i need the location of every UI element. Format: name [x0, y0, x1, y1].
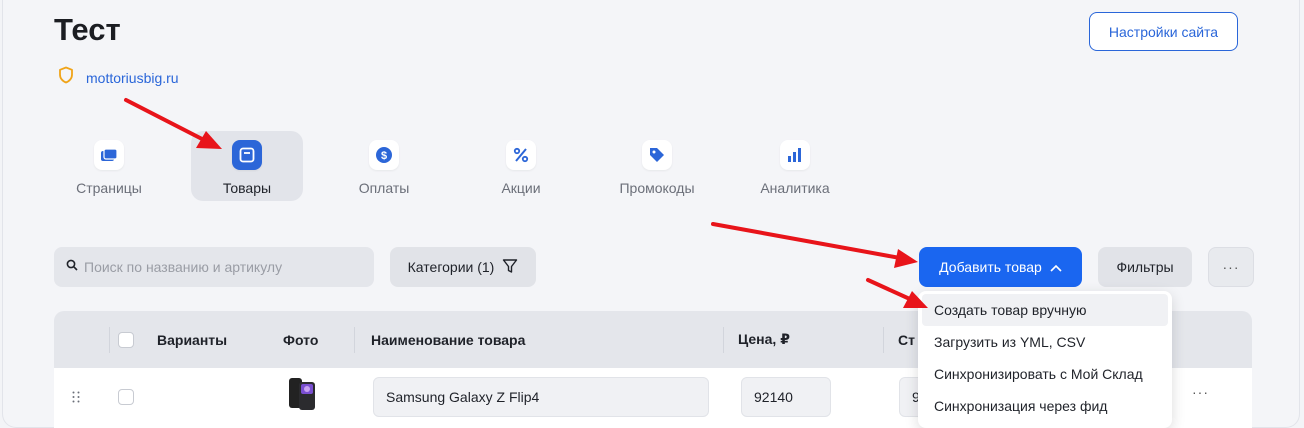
- nav-label: Аналитика: [760, 180, 830, 196]
- nav-item-promocodes[interactable]: Промокоды: [602, 131, 712, 201]
- categories-button[interactable]: Категории (1): [390, 247, 536, 287]
- shield-icon: [58, 66, 74, 89]
- nav-label: Страницы: [76, 180, 142, 196]
- search-input[interactable]: [84, 259, 364, 275]
- menu-item-create-manually[interactable]: Создать товар вручную: [922, 294, 1168, 326]
- column-stock: Ст: [898, 331, 915, 348]
- site-link[interactable]: mottoriusbig.ru: [58, 66, 179, 89]
- nav-item-pages[interactable]: Страницы: [54, 131, 164, 201]
- nav-item-analytics[interactable]: Аналитика: [740, 131, 850, 201]
- nav-item-products[interactable]: Товары: [191, 131, 303, 201]
- site-settings-button[interactable]: Настройки сайта: [1089, 12, 1238, 51]
- filters-button[interactable]: Фильтры: [1098, 247, 1192, 287]
- nav-label: Товары: [222, 180, 272, 196]
- product-price-field[interactable]: 92140: [741, 377, 831, 417]
- column-divider: [883, 327, 884, 353]
- add-product-label: Добавить товар: [939, 259, 1042, 275]
- pages-icon: [94, 140, 124, 170]
- categories-label: Категории (1): [407, 259, 495, 275]
- column-price: Цена, ₽: [738, 331, 790, 347]
- column-divider: [109, 327, 110, 353]
- nav-item-payments[interactable]: $ Оплаты: [329, 131, 439, 201]
- products-icon: [232, 140, 262, 170]
- drag-handle-icon[interactable]: [72, 390, 80, 408]
- row-checkbox[interactable]: [118, 389, 134, 405]
- menu-item-upload-yml-csv[interactable]: Загрузить из YML, CSV: [922, 326, 1168, 358]
- site-domain[interactable]: mottoriusbig.ru: [86, 70, 179, 86]
- menu-item-sync-feed[interactable]: Синхронизация через фид: [922, 390, 1168, 422]
- nav-label: Оплаты: [358, 180, 410, 196]
- select-all-checkbox[interactable]: [118, 311, 134, 368]
- menu-item-sync-moysklad[interactable]: Синхронизировать с Мой Склад: [922, 358, 1168, 390]
- add-product-button[interactable]: Добавить товар: [919, 247, 1082, 287]
- search-box[interactable]: [54, 247, 374, 287]
- more-button[interactable]: ···: [1208, 247, 1254, 287]
- row-more-button[interactable]: ···: [1192, 384, 1209, 400]
- chart-icon: [780, 140, 810, 170]
- column-variants: Варианты: [157, 331, 228, 348]
- tag-icon: [642, 140, 672, 170]
- column-photo: Фото: [283, 331, 319, 348]
- filter-icon: [502, 258, 518, 277]
- nav-label: Промокоды: [619, 180, 695, 196]
- column-name: Наименование товара: [371, 331, 526, 348]
- column-divider: [354, 327, 355, 353]
- percent-icon: [506, 140, 536, 170]
- svg-text:$: $: [381, 150, 387, 162]
- payments-icon: $: [369, 140, 399, 170]
- nav-item-promotions[interactable]: Акции: [466, 131, 576, 201]
- search-icon: [66, 258, 78, 276]
- nav-label: Акции: [501, 180, 541, 196]
- chevron-up-icon: [1050, 259, 1062, 275]
- product-photo[interactable]: [285, 376, 319, 417]
- column-divider: [723, 327, 724, 353]
- product-name-field[interactable]: Samsung Galaxy Z Flip4: [373, 377, 709, 417]
- add-product-menu: Создать товар вручную Загрузить из YML, …: [918, 291, 1172, 428]
- page-title: Тест: [54, 12, 121, 47]
